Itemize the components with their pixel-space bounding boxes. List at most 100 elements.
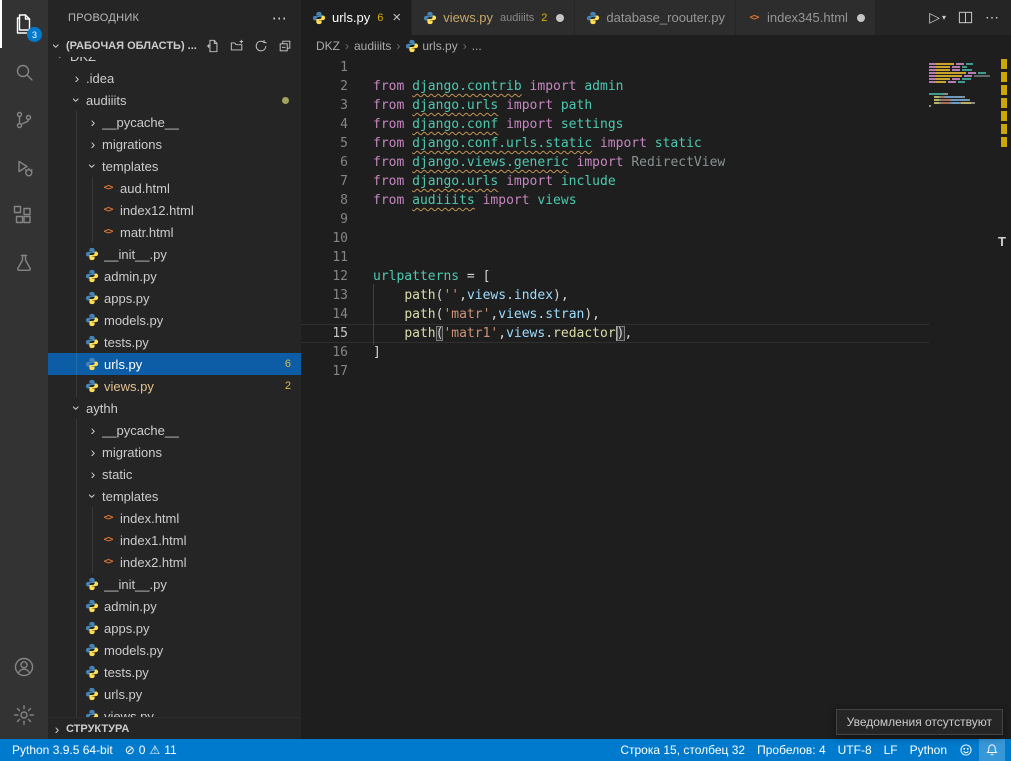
split-editor-button[interactable] [958,10,973,25]
tab-urls.py[interactable]: urls.py6× [301,0,412,35]
tree-item-index12.html[interactable]: <>index12.html [48,199,301,221]
line-number: 2 [301,77,348,96]
code-line-2[interactable]: 2from django.contrib import admin [301,77,929,96]
tree-item-admin.py[interactable]: admin.py [48,595,301,617]
status-feedback[interactable] [953,739,979,761]
minimap-line [929,99,997,101]
close-icon[interactable]: × [392,9,401,26]
status-encoding[interactable]: UTF-8 [832,739,878,761]
tree-item-templates[interactable]: ›templates [48,485,301,507]
status-problems[interactable]: ⊘0⚠11 [119,739,183,761]
run-debug-view-button[interactable] [0,144,48,192]
code-line-6[interactable]: 6from django.views.generic import Redire… [301,153,929,172]
tree-item-.idea[interactable]: ›.idea [48,67,301,89]
code-line-3[interactable]: 3from django.urls import path [301,96,929,115]
tree-item-tests.py[interactable]: tests.py [48,661,301,683]
status-cursor-position[interactable]: Строка 15, столбец 32 [614,739,751,761]
tree-item-models.py[interactable]: models.py [48,639,301,661]
tab-index345.html[interactable]: <>index345.html [736,0,876,35]
tab-views.py[interactable]: views.pyaudiiits2 [412,0,575,35]
tree-item-__pycache__[interactable]: ›__pycache__ [48,111,301,133]
minimap[interactable] [929,57,997,739]
tree-item-apps.py[interactable]: apps.py [48,287,301,309]
tree-item-aythh[interactable]: ›aythh [48,397,301,419]
code-line-13[interactable]: 13 path('',views.index), [301,286,929,305]
line-number: 3 [301,96,348,115]
extensions-view-button[interactable] [0,192,48,240]
code-line-4[interactable]: 4from django.conf import settings [301,115,929,134]
code-line-11[interactable]: 11 [301,248,929,267]
line-number: 16 [301,343,348,362]
code-line-12[interactable]: 12urlpatterns = [ [301,267,929,286]
breadcrumb-audiiits[interactable]: audiiits [354,39,391,53]
overview-ruler[interactable]: T [997,57,1011,739]
code-line-8[interactable]: 8from audiiits import views [301,191,929,210]
tree-item-DKZ[interactable]: ›DKZ [48,57,301,67]
tree-item-views.py[interactable]: views.py2 [48,375,301,397]
tab-database_roouter.py[interactable]: database_roouter.py [575,0,736,35]
tree-item-templates[interactable]: ›templates [48,155,301,177]
tree-item-urls.py[interactable]: urls.py [48,683,301,705]
editor[interactable]: 12from django.contrib import admin3from … [301,57,1011,739]
code-line-5[interactable]: 5from django.conf.urls.static import sta… [301,134,929,153]
python-icon [311,10,327,26]
code-line-14[interactable]: 14 path('matr',views.stran), [301,305,929,324]
tree-item-matr.html[interactable]: <>matr.html [48,221,301,243]
code-line-16[interactable]: 16] [301,343,929,362]
python-icon [84,378,100,394]
tree-item-__init__.py[interactable]: __init__.py [48,573,301,595]
tree-item-audiiits[interactable]: ›audiiits [48,89,301,111]
tree-item-models.py[interactable]: models.py [48,309,301,331]
code-line-15[interactable]: 15 path('matr1',views.redactor), [301,324,929,343]
accounts-button[interactable] [0,643,48,691]
collapse-folders-button[interactable] [276,38,293,55]
code-area[interactable]: 12from django.contrib import admin3from … [301,57,929,739]
workspace-section-header[interactable]: › (РАБОЧАЯ ОБЛАСТЬ) ... [48,35,301,57]
code-line-7[interactable]: 7from django.urls import include [301,172,929,191]
explorer-view-button[interactable]: 3 [0,0,48,48]
tree-item-tests.py[interactable]: tests.py [48,331,301,353]
source-control-view-button[interactable] [0,96,48,144]
settings-gear-button[interactable] [0,691,48,739]
tree-item-index1.html[interactable]: <>index1.html [48,529,301,551]
tree-item-views.py[interactable]: views.py [48,705,301,717]
run-python-file-button[interactable]: ▷▾ [929,9,946,26]
tree-item-__pycache__[interactable]: ›__pycache__ [48,419,301,441]
tree-item-migrations[interactable]: ›migrations [48,133,301,155]
code-line-9[interactable]: 9 [301,210,929,229]
tree-item-static[interactable]: ›static [48,463,301,485]
tree-item-index2.html[interactable]: <>index2.html [48,551,301,573]
status-python-version[interactable]: Python 3.9.5 64-bit [6,739,119,761]
tree-indent-guide [76,375,77,397]
search-view-button[interactable] [0,48,48,96]
editor-more-actions-button[interactable]: ⋯ [985,9,999,26]
tree-item-index.html[interactable]: <>index.html [48,507,301,529]
refresh-explorer-button[interactable] [252,38,269,55]
status-notifications[interactable] [979,739,1005,761]
breadcrumb-DKZ[interactable]: DKZ [316,39,340,53]
testing-view-button[interactable] [0,240,48,288]
tree-item-admin.py[interactable]: admin.py [48,265,301,287]
tree-indent-guide [76,419,77,441]
tree-indent-guide [92,529,93,551]
tree-item-urls.py[interactable]: urls.py6 [48,353,301,375]
beaker-icon [12,252,36,276]
views-more-actions-icon[interactable]: ⋯ [272,9,287,27]
tree-item-__init__.py[interactable]: __init__.py [48,243,301,265]
new-file-button[interactable] [204,38,221,55]
code-line-1[interactable]: 1 [301,58,929,77]
outline-section-header[interactable]: › СТРУКТУРА [48,717,301,739]
code-line-17[interactable]: 17 [301,362,929,381]
warning-mark [1001,98,1007,108]
status-language-mode[interactable]: Python [904,739,953,761]
status-eol[interactable]: LF [878,739,904,761]
status-indentation[interactable]: Пробелов: 4 [751,739,832,761]
new-folder-button[interactable] [228,38,245,55]
tree-item-aud.html[interactable]: <>aud.html [48,177,301,199]
code-line-10[interactable]: 10 [301,229,929,248]
breadcrumb-...[interactable]: ... [472,39,482,53]
tree-item-migrations[interactable]: ›migrations [48,441,301,463]
warning-mark [1001,111,1007,121]
breadcrumb-urls.py[interactable]: urls.py [405,39,457,53]
tree-item-apps.py[interactable]: apps.py [48,617,301,639]
